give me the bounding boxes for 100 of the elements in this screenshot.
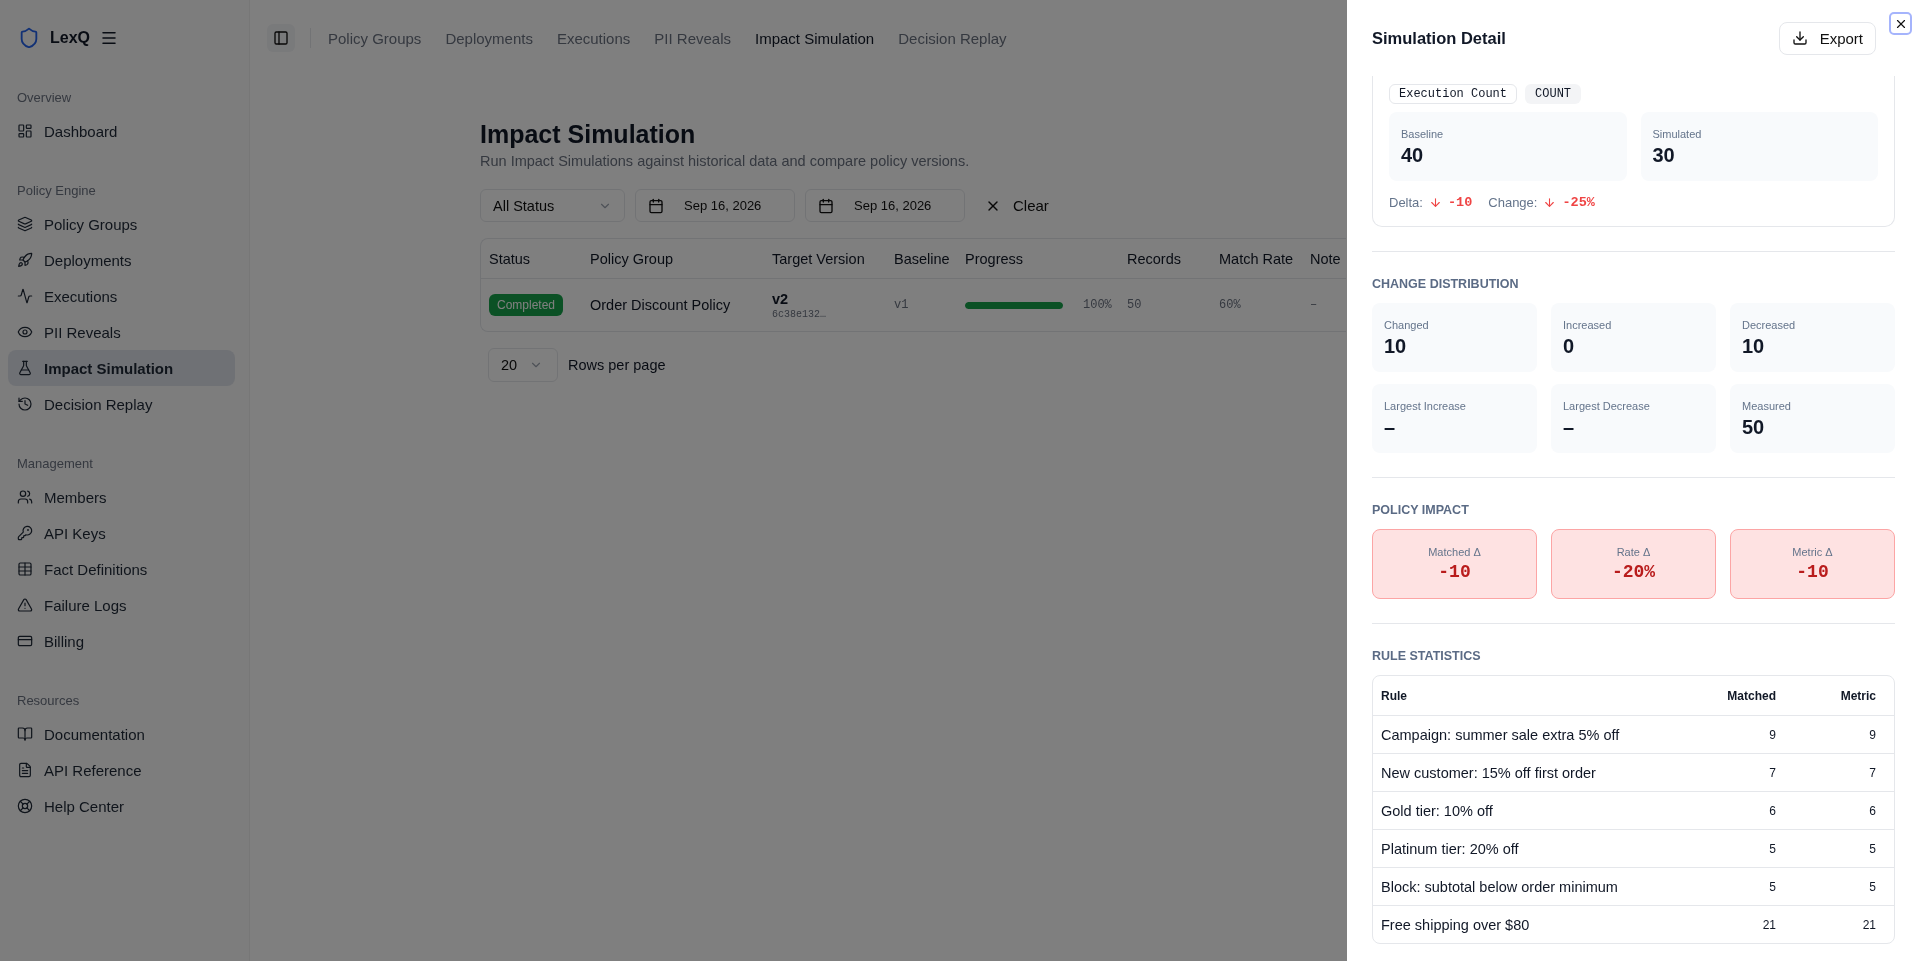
- page-title: Impact Simulation: [480, 120, 696, 149]
- table-cell: 50: [1127, 298, 1142, 312]
- nav-item[interactable]: Executions: [8, 278, 235, 314]
- stat-label: Simulated: [1652, 128, 1703, 140]
- stat-label: Measured: [1742, 400, 1792, 412]
- nav-tab[interactable]: Impact Simulation: [755, 29, 875, 47]
- version-hash: 6c38e132…: [772, 308, 826, 320]
- progress-reading: 100%: [1083, 298, 1112, 312]
- nav-icon: [17, 216, 33, 232]
- column-header: Records: [1119, 239, 1211, 279]
- rows-per-page-label: Rows per page: [568, 357, 666, 373]
- nav-section-title: Overview: [16, 89, 73, 107]
- table-cell: 7: [1869, 765, 1876, 780]
- nav-item[interactable]: Dashboard: [8, 113, 235, 149]
- change-value: -25%: [1562, 195, 1595, 210]
- column-header: Target Version: [764, 239, 886, 279]
- shield-logo-icon: [18, 27, 40, 49]
- nav-tab[interactable]: PII Reveals: [654, 29, 731, 47]
- nav-tab[interactable]: Deployments: [445, 29, 533, 47]
- nav-icon: [17, 525, 33, 541]
- table-cell: 5: [1769, 879, 1776, 894]
- table-cell: v1: [894, 298, 909, 312]
- version-label: v2: [772, 290, 790, 307]
- stat-value: 50: [1742, 416, 1766, 439]
- nav-icon: [17, 726, 33, 742]
- table-cell: 7: [1769, 765, 1776, 780]
- date-picker[interactable]: Sep 16, 2026: [805, 189, 965, 222]
- column-header: Policy Group: [582, 239, 764, 279]
- nav-icon: [17, 798, 33, 814]
- nav-icon: [17, 561, 33, 577]
- nav-section-title: Policy Engine: [16, 182, 97, 200]
- nav-item[interactable]: API Reference: [8, 752, 235, 788]
- nav-item[interactable]: Help Center: [8, 788, 235, 824]
- nav-icon: [17, 396, 33, 412]
- nav-item[interactable]: Decision Replay: [8, 386, 235, 422]
- impact-label: Metric Δ: [1792, 546, 1833, 558]
- nav-item[interactable]: Failure Logs: [8, 587, 235, 623]
- menu-icon[interactable]: [100, 29, 118, 47]
- nav-item[interactable]: PII Reveals: [8, 314, 235, 350]
- nav-item[interactable]: Members: [8, 479, 235, 515]
- calendar-icon: [818, 197, 834, 214]
- change-label: Change:: [1488, 195, 1538, 210]
- nav-item[interactable]: Documentation: [8, 716, 235, 752]
- impact-value: -10: [1796, 562, 1829, 582]
- date-picker[interactable]: Sep 16, 2026: [635, 189, 795, 222]
- download-icon: [1791, 30, 1808, 46]
- stat-value: –: [1384, 416, 1397, 439]
- nav-item[interactable]: API Keys: [8, 515, 235, 551]
- nav-icon: [17, 360, 33, 376]
- table-cell: 21: [1862, 917, 1876, 932]
- export-button[interactable]: Export: [1778, 21, 1876, 55]
- page-size-select[interactable]: 20: [488, 348, 558, 382]
- nav-icon: [17, 123, 33, 139]
- stat-value: 10: [1384, 335, 1408, 358]
- nav-icon: [17, 489, 33, 505]
- table-cell: 60%: [1219, 298, 1241, 312]
- status-badge: Completed: [489, 294, 564, 316]
- stat-label: Increased: [1563, 319, 1613, 331]
- stat-value: 30: [1652, 144, 1676, 167]
- clear-button[interactable]: Clear: [975, 197, 1059, 214]
- table-cell: 5: [1869, 879, 1876, 894]
- table-cell: Platinum tier: 20% off: [1381, 840, 1519, 857]
- table-cell: Free shipping over $80: [1381, 916, 1530, 933]
- nav-tab[interactable]: Decision Replay: [898, 29, 1007, 47]
- section-heading: RULE STATISTICS: [1372, 649, 1482, 663]
- section-heading: CHANGE DISTRIBUTION: [1372, 277, 1520, 291]
- table-cell: 5: [1869, 841, 1876, 856]
- table-cell: 9: [1869, 727, 1876, 742]
- stat-label: Largest Decrease: [1563, 400, 1651, 412]
- table-cell: –: [1310, 298, 1318, 312]
- nav-item[interactable]: Fact Definitions: [8, 551, 235, 587]
- table-cell: Block: subtotal below order minimum: [1381, 878, 1618, 895]
- nav-item[interactable]: Billing: [8, 623, 235, 659]
- close-button[interactable]: [1889, 12, 1912, 35]
- impact-label: Rate Δ: [1616, 546, 1651, 558]
- calendar-icon: [648, 197, 664, 214]
- stat-label: Changed: [1384, 319, 1430, 331]
- table-cell: Campaign: summer sale extra 5% off: [1381, 726, 1620, 743]
- column-header: Matched: [1727, 688, 1776, 703]
- sidebar-toggle-button[interactable]: [267, 24, 295, 52]
- nav-item[interactable]: Deployments: [8, 242, 235, 278]
- nav-item[interactable]: Impact Simulation: [8, 350, 235, 386]
- impact-label: Matched Δ: [1428, 546, 1481, 558]
- nav-tab[interactable]: Executions: [556, 29, 631, 47]
- metric-tag: Execution Count: [1389, 84, 1518, 104]
- stat-value: 40: [1401, 144, 1425, 167]
- column-header: Baseline: [886, 239, 957, 279]
- page-subtitle: Run Impact Simulations against historical data and compare policy versions.: [480, 153, 970, 169]
- section-heading: POLICY IMPACT: [1372, 503, 1470, 517]
- table-cell: 6: [1769, 803, 1776, 818]
- impact-value: -20%: [1611, 562, 1656, 582]
- change-value: -10: [1447, 195, 1473, 210]
- table-cell: New customer: 15% off first order: [1381, 764, 1596, 781]
- nav-tab[interactable]: Policy Groups: [328, 29, 422, 47]
- drawer-title: Simulation Detail: [1372, 28, 1506, 48]
- status-select[interactable]: All Status: [480, 189, 625, 222]
- nav-section-title: Management: [16, 455, 94, 473]
- table-cell: Gold tier: 10% off: [1381, 802, 1493, 819]
- stat-label: Baseline: [1401, 128, 1445, 140]
- nav-item[interactable]: Policy Groups: [8, 206, 235, 242]
